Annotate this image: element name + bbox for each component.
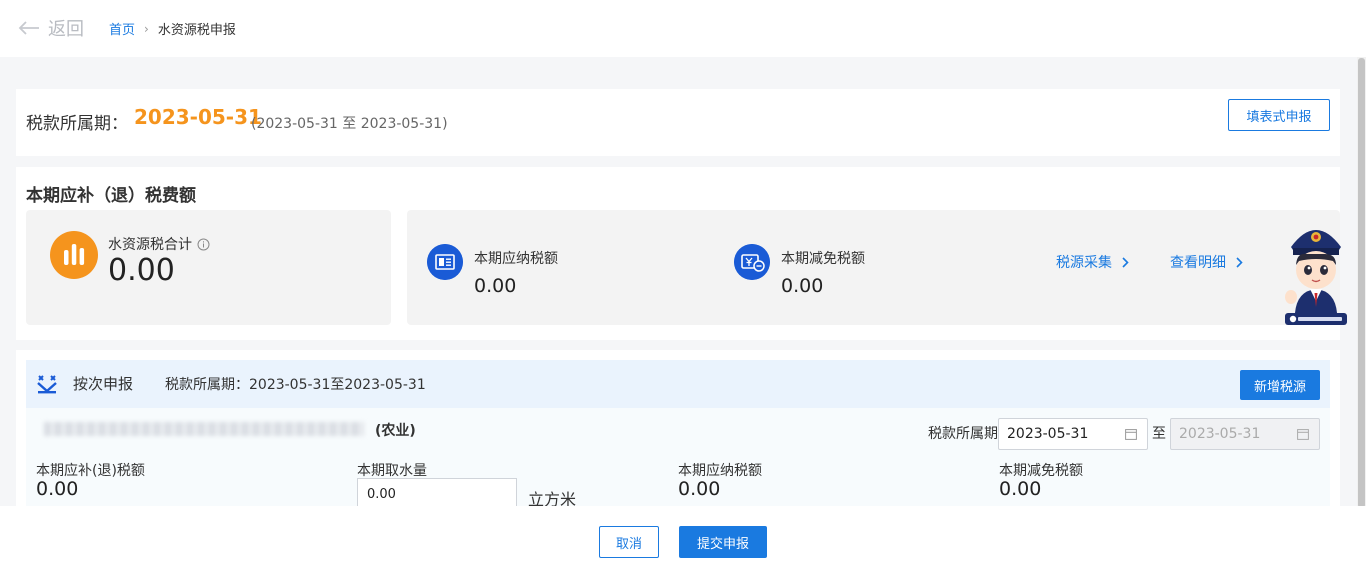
declare-mode-label: 按次申报 — [73, 375, 134, 393]
summary-card: 本期应补（退）税费额 水资源税合计 0.00 本期应纳税额 0.00 本期减免税… — [16, 167, 1340, 340]
calendar-icon — [1297, 429, 1309, 440]
date-to-value: 2023-05-31 — [1179, 426, 1261, 442]
date-from-value: 2023-05-31 — [1007, 426, 1089, 442]
chevron-right-icon — [1236, 256, 1243, 268]
industry-tag: (农业) — [375, 423, 416, 439]
top-bar: 返回 首页 › 水资源税申报 — [0, 0, 1366, 57]
tax-source-row: (农业) 税款所属期 2023-05-31 至 2023-05-31 本期应补(… — [26, 408, 1330, 510]
payable-tax-value: 0.00 — [678, 478, 721, 500]
cancel-button[interactable]: 取消 — [599, 526, 659, 558]
scrollbar-thumb[interactable] — [1358, 58, 1365, 508]
breadcrumb: 首页 › 水资源税申报 — [109, 19, 236, 39]
period-label: 税款所属期： — [26, 114, 128, 134]
total-box: 水资源税合计 0.00 — [26, 210, 391, 325]
date-to-input: 2023-05-31 — [1170, 418, 1320, 450]
detail-header: 按次申报 税款所属期：2023-05-31至2023-05-31 新增税源 — [26, 360, 1330, 408]
date-range-separator: 至 — [1152, 426, 1166, 442]
detail-period-text: 税款所属期：2023-05-31至2023-05-31 — [165, 377, 426, 393]
relief-tax-value: 0.00 — [999, 478, 1042, 500]
redacted-tax-source-name — [44, 422, 364, 436]
period-range: (2023-05-31 至 2023-05-31) — [251, 116, 448, 132]
breakdown-box: 本期应纳税额 0.00 本期减免税额 0.00 税源采集 查看明细 — [407, 210, 1340, 325]
yuan-minus-icon — [734, 244, 770, 280]
calendar-icon — [1125, 429, 1137, 440]
total-label-text: 水资源税合计 — [108, 237, 192, 253]
breadcrumb-current: 水资源税申报 — [157, 23, 236, 38]
tax-document-icon — [427, 244, 463, 280]
back-button[interactable]: 返回 — [18, 15, 84, 41]
back-label: 返回 — [48, 19, 84, 40]
section-title: 本期应补（退）税费额 — [26, 186, 196, 206]
relief-label: 本期减免税额 — [781, 251, 865, 267]
total-value: 0.00 — [108, 253, 175, 288]
add-tax-source-button[interactable]: 新增税源 — [1240, 370, 1320, 400]
water-volume-value: 0.00 — [367, 486, 396, 502]
scrollbar[interactable] — [1357, 57, 1366, 508]
refund-amount-value: 0.00 — [36, 478, 79, 500]
chevron-right-icon — [1122, 256, 1129, 268]
water-volume-label: 本期取水量 — [357, 463, 427, 479]
relief-value: 0.00 — [781, 275, 824, 297]
submit-declaration-button[interactable]: 提交申报 — [679, 526, 767, 558]
relief-tax-label: 本期减免税额 — [999, 463, 1083, 479]
form-declare-button[interactable]: 填表式申报 — [1228, 99, 1330, 131]
tax-source-collect-label: 税源采集 — [1056, 255, 1112, 271]
bar-chart-icon — [50, 231, 98, 279]
payable-label: 本期应纳税额 — [474, 251, 558, 267]
total-label: 水资源税合计 — [108, 234, 210, 254]
period-card: 税款所属期： 2023-05-31 (2023-05-31 至 2023-05-… — [16, 89, 1340, 156]
date-range-label: 税款所属期 — [928, 426, 998, 442]
payable-value: 0.00 — [474, 275, 517, 297]
assistant-mascot-icon[interactable] — [1283, 217, 1349, 327]
breadcrumb-home[interactable]: 首页 — [109, 19, 135, 38]
water-source-icon — [37, 375, 57, 394]
period-date: 2023-05-31 — [134, 105, 262, 129]
breadcrumb-separator: › — [144, 21, 149, 36]
info-icon[interactable] — [197, 238, 210, 251]
payable-tax-label: 本期应纳税额 — [678, 463, 762, 479]
arrow-left-icon — [18, 21, 39, 35]
date-from-input[interactable]: 2023-05-31 — [998, 418, 1148, 450]
footer-bar: 取消 提交申报 — [0, 506, 1366, 566]
tax-source-collect-link[interactable]: 税源采集 — [1056, 252, 1129, 272]
view-detail-label: 查看明细 — [1170, 255, 1226, 271]
view-detail-link[interactable]: 查看明细 — [1170, 252, 1243, 272]
refund-amount-label: 本期应补(退)税额 — [36, 463, 145, 479]
detail-card: 按次申报 税款所属期：2023-05-31至2023-05-31 新增税源 (农… — [16, 350, 1340, 510]
